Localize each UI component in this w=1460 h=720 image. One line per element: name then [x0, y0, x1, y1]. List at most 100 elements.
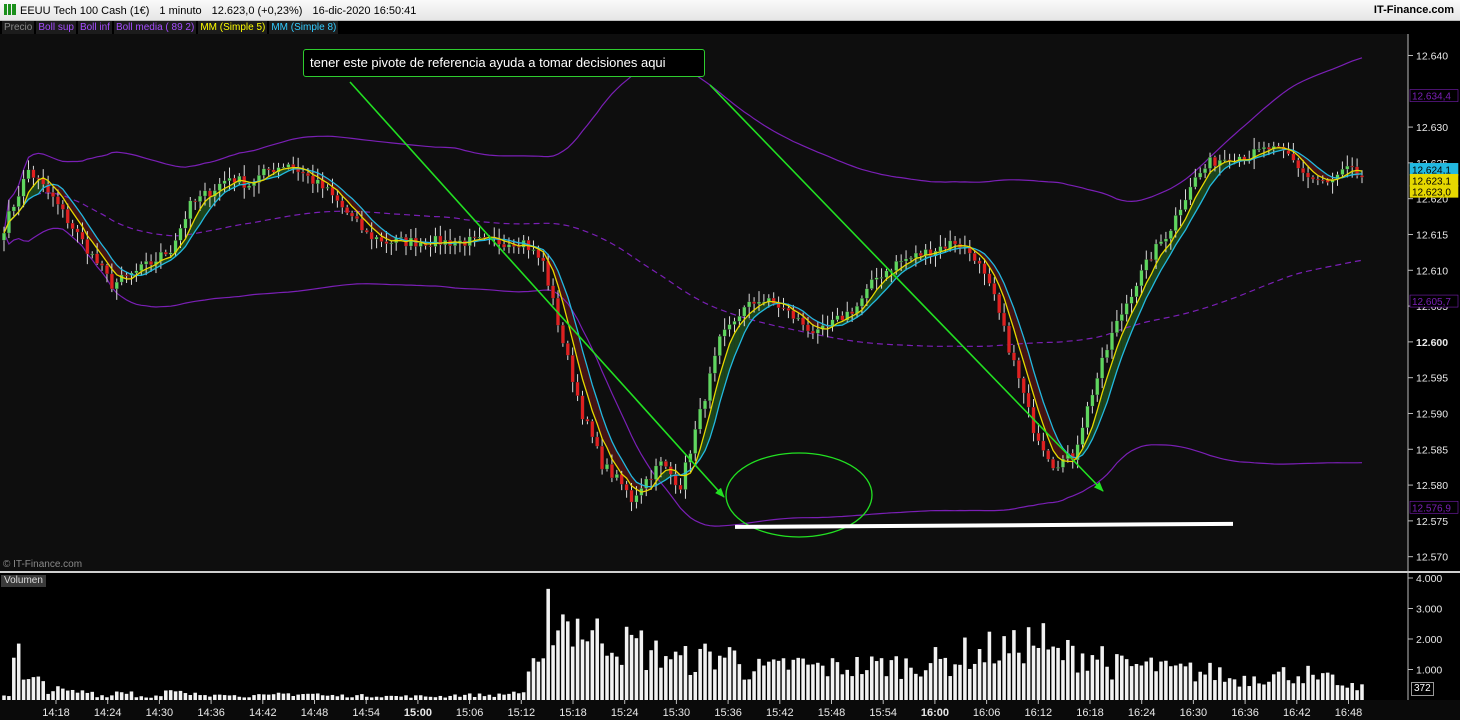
candle	[727, 324, 732, 330]
candle	[1139, 270, 1144, 287]
price-label: 12.605,7	[1412, 297, 1451, 308]
volume-bar	[448, 695, 452, 700]
volume-bar	[266, 694, 271, 700]
volume-bar	[928, 663, 933, 700]
brand-name[interactable]: IT-Finance.com	[1374, 4, 1454, 16]
volume-bar	[384, 695, 389, 700]
candle	[1350, 165, 1355, 168]
candle	[217, 183, 222, 191]
candle	[879, 277, 884, 279]
volume-tick-label: 4.000	[1416, 573, 1442, 585]
candle	[418, 242, 423, 247]
candle	[1154, 243, 1159, 261]
candle	[1085, 405, 1090, 428]
candle	[355, 216, 359, 219]
volume-bar	[1046, 649, 1051, 700]
candle	[80, 231, 85, 240]
volume-bar	[31, 677, 36, 700]
volume-bar	[173, 691, 178, 700]
volume-bar	[463, 694, 467, 700]
volume-bar	[1321, 673, 1325, 700]
volume-bar	[619, 664, 624, 700]
annotation-note[interactable]: tener este pivote de referencia ayuda a …	[303, 49, 705, 77]
volume-bar	[1139, 665, 1144, 700]
time-tick-label: 14:48	[301, 707, 329, 719]
candle	[16, 196, 21, 207]
volume-bar	[164, 690, 168, 700]
candle	[860, 298, 864, 307]
volume-bar	[355, 695, 359, 700]
volume-bar	[531, 658, 536, 700]
candle	[207, 190, 212, 197]
volume-tick-label: 3.000	[1416, 604, 1442, 616]
volume-bar	[1355, 690, 1359, 700]
volume-bar	[708, 651, 712, 700]
candle	[1007, 325, 1011, 353]
volume-bar	[894, 656, 899, 700]
candle	[899, 260, 904, 263]
volume-bar	[1021, 663, 1026, 700]
volume-bar	[914, 673, 918, 700]
volume-bar	[257, 694, 261, 700]
candle	[350, 212, 354, 217]
volume-bar	[610, 652, 614, 700]
candle	[477, 237, 482, 239]
volume-bar	[1031, 645, 1036, 700]
legend-boll-inf[interactable]: Boll inf	[77, 21, 112, 34]
candle	[1360, 175, 1364, 178]
candle	[1306, 172, 1310, 178]
candle	[1315, 178, 1320, 181]
volume-bar	[252, 695, 256, 700]
time-tick-label: 15:18	[559, 707, 587, 719]
candle	[70, 222, 75, 229]
volume-bar	[615, 656, 619, 700]
volume-bar	[649, 650, 653, 700]
volume-bar	[262, 694, 266, 700]
volume-bar	[154, 695, 158, 700]
volume-bar	[222, 695, 227, 700]
legend-ma5[interactable]: MM (Simple 5)	[198, 21, 268, 34]
time-tick-label: 15:42	[766, 707, 794, 719]
candle	[1144, 259, 1149, 271]
volume-bar	[227, 695, 232, 700]
candle	[629, 490, 634, 503]
volume-bar	[51, 691, 55, 700]
time-tick-label: 14:42	[249, 707, 277, 719]
candle	[1095, 378, 1100, 396]
volume-bar	[477, 693, 482, 700]
volume-bar	[1012, 630, 1016, 700]
volume-bar	[727, 647, 732, 700]
volume-bar	[1173, 665, 1178, 700]
candle	[227, 177, 232, 181]
volume-bar	[1276, 671, 1281, 700]
legend-boll-media[interactable]: Boll media ( 89 2)	[113, 21, 197, 34]
volume-bar	[1041, 623, 1046, 700]
candle	[345, 207, 350, 214]
candle	[595, 436, 600, 447]
timeframe[interactable]: 1 minuto	[159, 5, 201, 17]
candle	[11, 206, 16, 212]
price-label: 12.623,0	[1412, 187, 1451, 198]
time-tick-label: 15:48	[818, 707, 846, 719]
candle	[1168, 230, 1173, 239]
volume-bar	[919, 676, 923, 700]
candle	[105, 265, 109, 275]
candle	[600, 446, 605, 470]
volume-bar	[678, 655, 683, 700]
candle	[1193, 177, 1198, 188]
volume-bar	[718, 655, 722, 700]
volume-bar	[786, 669, 791, 700]
legend-ma8[interactable]: MM (Simple 8)	[269, 21, 339, 34]
legend-price[interactable]: Precio	[2, 21, 35, 34]
volume-bar	[801, 658, 805, 700]
timestamp: 16-dic-2020 16:50:41	[312, 5, 417, 17]
candle	[1051, 458, 1056, 469]
time-tick-label: 16:00	[921, 707, 949, 719]
candle	[1340, 169, 1345, 175]
candle	[551, 285, 555, 299]
price-chart[interactable]: 12.570 12.575 12.580 12.585 12.590 12.595 12.6…	[0, 0, 1460, 720]
volume-bar	[884, 676, 889, 700]
price-tick-label: 12.575	[1416, 516, 1448, 528]
candle	[570, 355, 575, 383]
legend-boll-sup[interactable]: Boll sup	[36, 21, 76, 34]
